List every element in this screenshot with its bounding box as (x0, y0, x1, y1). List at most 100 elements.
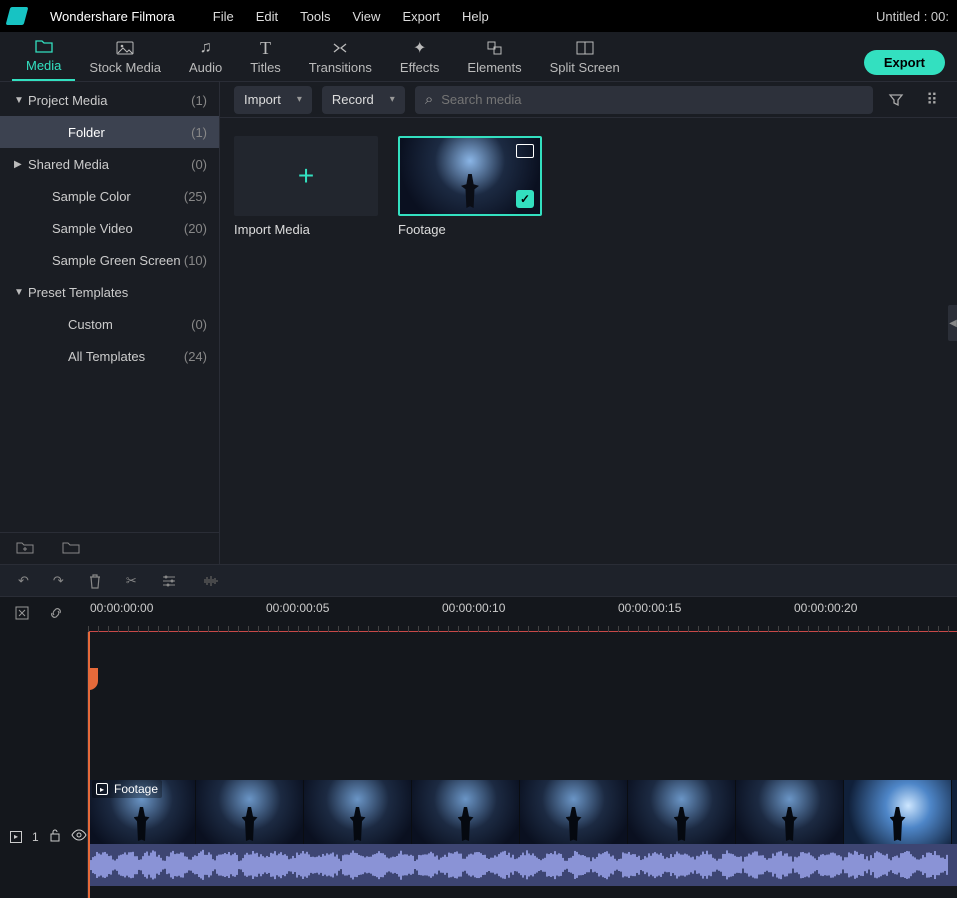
sidebar-item-label: Preset Templates (28, 285, 207, 300)
tab-titles[interactable]: T Titles (236, 35, 295, 81)
menubar: Wondershare Filmora File Edit Tools View… (0, 0, 957, 32)
tab-elements[interactable]: Elements (453, 35, 535, 81)
delete-icon[interactable] (88, 573, 102, 589)
tab-audio[interactable]: ♫ Audio (175, 35, 236, 81)
split-icon (576, 39, 594, 57)
clip-name: Footage (114, 782, 158, 796)
app-logo-icon (6, 7, 29, 25)
sidebar-item-shared-media[interactable]: ▶ Shared Media (0) (0, 148, 219, 180)
grid-view-icon[interactable]: ⠿ (919, 87, 945, 113)
ruler-tick: 00:00:00:00 (90, 601, 153, 615)
tab-label: Stock Media (89, 60, 161, 75)
import-dropdown[interactable]: Import ▾ (234, 86, 312, 114)
import-thumb[interactable]: + (234, 136, 378, 216)
open-folder-icon[interactable] (62, 540, 80, 557)
sparkle-icon: ✦ (413, 39, 426, 57)
track-area[interactable]: ▸ Footage (88, 632, 957, 898)
menu-file[interactable]: File (213, 9, 234, 24)
video-track-header[interactable]: ▸ 1 (0, 828, 87, 845)
sidebar-item-label: All Templates (28, 349, 184, 364)
redo-icon[interactable]: ↷ (53, 573, 64, 589)
sidebar-item-all-templates[interactable]: All Templates (24) (0, 340, 219, 372)
chevron-down-icon: ▼ (14, 287, 28, 298)
waveform-icon[interactable] (201, 574, 219, 588)
video-clip[interactable] (88, 780, 957, 844)
project-status: Untitled : 00: (876, 9, 949, 24)
ruler-tick: 00:00:00:15 (618, 601, 681, 615)
clip-card-footage[interactable]: ✓ Footage (398, 136, 542, 237)
menu-export[interactable]: Export (402, 9, 440, 24)
import-media-card[interactable]: + Import Media (234, 136, 378, 237)
marker-tool-icon[interactable] (14, 605, 30, 624)
menu-help[interactable]: Help (462, 9, 489, 24)
record-dropdown[interactable]: Record ▾ (322, 86, 405, 114)
search-icon: ⌕ (425, 91, 433, 108)
timeline-tracks: ▸ 1 ▸ Footage (0, 632, 957, 898)
playhead[interactable] (88, 632, 90, 898)
sidebar-item-custom[interactable]: Custom (0) (0, 308, 219, 340)
audio-clip[interactable] (88, 844, 957, 886)
playhead-handle-icon[interactable] (88, 668, 98, 690)
main-area: ▼ Project Media (1) Folder (1) ▶ Shared … (0, 82, 957, 564)
sidebar-item-folder[interactable]: Folder (1) (0, 116, 219, 148)
search-media[interactable]: ⌕ (415, 86, 873, 114)
export-button[interactable]: Export (864, 50, 945, 75)
ruler-scale[interactable]: 00:00:00:00 00:00:00:05 00:00:00:10 00:0… (88, 597, 957, 632)
clip-thumb[interactable]: ✓ (398, 136, 542, 216)
tab-label: Titles (250, 60, 281, 75)
sidebar-item-project-media[interactable]: ▼ Project Media (1) (0, 84, 219, 116)
tab-media[interactable]: Media (12, 33, 75, 81)
folder-icon (35, 37, 53, 55)
tab-label: Audio (189, 60, 222, 75)
sidebar-item-label: Project Media (28, 93, 191, 108)
track-headers: ▸ 1 (0, 632, 88, 898)
link-tool-icon[interactable] (48, 605, 64, 624)
app-name: Wondershare Filmora (50, 9, 175, 24)
filter-icon[interactable] (883, 87, 909, 113)
lock-icon[interactable] (49, 828, 61, 845)
media-sidebar: ▼ Project Media (1) Folder (1) ▶ Shared … (0, 82, 220, 564)
tab-label: Effects (400, 60, 440, 75)
sidebar-item-label: Folder (28, 125, 191, 140)
search-input[interactable] (441, 92, 863, 107)
sidebar-item-sample-video[interactable]: Sample Video (20) (0, 212, 219, 244)
cut-icon[interactable]: ✂ (126, 573, 137, 589)
menu-view[interactable]: View (352, 9, 380, 24)
tab-split-screen[interactable]: Split Screen (536, 35, 634, 81)
undo-icon[interactable]: ↶ (18, 573, 29, 589)
tab-label: Transitions (309, 60, 372, 75)
sidebar-item-preset-templates[interactable]: ▼ Preset Templates (0, 276, 219, 308)
adjust-icon[interactable] (161, 574, 177, 588)
media-tree: ▼ Project Media (1) Folder (1) ▶ Shared … (0, 82, 219, 532)
dropdown-label: Record (332, 92, 374, 107)
text-icon: T (260, 39, 271, 57)
chevron-down-icon: ▾ (297, 94, 302, 105)
menu-edit[interactable]: Edit (256, 9, 278, 24)
eye-icon[interactable] (71, 829, 87, 844)
sidebar-item-count: (10) (184, 253, 207, 268)
sidebar-item-sample-color[interactable]: Sample Color (25) (0, 180, 219, 212)
tab-label: Elements (467, 60, 521, 75)
tab-effects[interactable]: ✦ Effects (386, 35, 454, 81)
play-icon: ▸ (96, 783, 108, 795)
tab-label: Media (26, 58, 61, 73)
chevron-down-icon: ▼ (14, 95, 28, 106)
card-label: Import Media (234, 222, 378, 237)
panel-collapse-handle[interactable]: ◀ (948, 305, 957, 341)
card-label: Footage (398, 222, 542, 237)
tab-stock-media[interactable]: Stock Media (75, 35, 175, 81)
new-folder-icon[interactable] (16, 540, 34, 557)
sidebar-item-count: (20) (184, 221, 207, 236)
sidebar-item-label: Shared Media (28, 157, 191, 172)
sidebar-item-sample-green-screen[interactable]: Sample Green Screen (10) (0, 244, 219, 276)
sidebar-item-label: Sample Green Screen (28, 253, 184, 268)
sidebar-item-count: (0) (191, 317, 207, 332)
sidebar-item-count: (0) (191, 157, 207, 172)
image-icon (116, 39, 134, 57)
chevron-right-icon: ▶ (14, 159, 28, 170)
track-number: 1 (32, 830, 39, 844)
shapes-icon (486, 39, 504, 57)
tab-transitions[interactable]: Transitions (295, 35, 386, 81)
menu-tools[interactable]: Tools (300, 9, 330, 24)
dropdown-label: Import (244, 92, 281, 107)
